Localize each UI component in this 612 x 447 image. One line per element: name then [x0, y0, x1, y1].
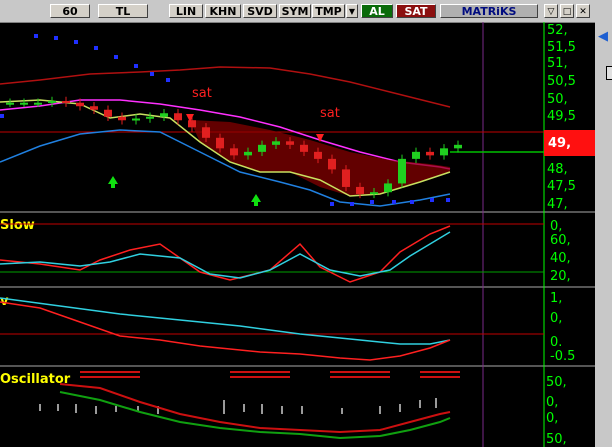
candle	[146, 116, 154, 119]
candle	[342, 169, 350, 187]
candle	[258, 144, 266, 152]
candle	[300, 144, 308, 152]
sym-button[interactable]: SYM	[279, 4, 311, 18]
khn-button[interactable]: KHN	[205, 4, 241, 18]
candle	[440, 148, 448, 156]
sell-signal-label: sat	[320, 106, 340, 121]
restore-icon[interactable]: ▽	[544, 4, 558, 18]
sell-signal-label: sat	[192, 86, 212, 101]
candle	[384, 183, 392, 193]
brand-logo: MATRiKS	[440, 4, 538, 18]
macd-axis: 1, 0, 0. -0.5	[550, 291, 575, 364]
candle	[356, 186, 364, 194]
oscillator-axis: 50, 0, 0, 50,	[546, 375, 567, 447]
candle	[286, 141, 294, 145]
macd-panel: v 1, 0, 0. -0.5	[0, 291, 575, 364]
candle	[412, 151, 420, 159]
candle	[174, 113, 182, 121]
candle	[202, 127, 210, 138]
sell-button[interactable]: SAT	[396, 4, 436, 18]
buy-button[interactable]: AL	[361, 4, 393, 18]
svg-text:1,: 1,	[550, 291, 562, 306]
linear-button[interactable]: LIN	[169, 4, 203, 18]
candle	[230, 148, 238, 156]
candle	[216, 137, 224, 149]
side-arrow-icon[interactable]: ◀	[598, 29, 612, 45]
candle	[272, 141, 280, 145]
side-panel	[595, 22, 612, 447]
svg-text:47,5: 47,5	[547, 179, 576, 194]
toolbar: 60 TL LIN KHN SVD SYM TMP ▼ AL SAT MATRi…	[0, 0, 612, 23]
candle	[34, 102, 42, 105]
svd-button[interactable]: SVD	[243, 4, 277, 18]
svg-text:60,: 60,	[550, 233, 571, 248]
settings-icon[interactable]: □	[560, 4, 574, 18]
candle	[328, 158, 336, 170]
candle	[132, 118, 140, 121]
candle	[244, 151, 252, 156]
side-tab[interactable]	[606, 66, 612, 80]
slow-panel-title: Slow	[0, 218, 35, 233]
candle	[90, 106, 98, 110]
candle	[160, 113, 168, 117]
svg-text:0.: 0.	[550, 335, 562, 350]
svg-text:52,: 52,	[547, 23, 568, 38]
dropdown-arrow-icon[interactable]: ▼	[346, 4, 358, 18]
svg-text:48,: 48,	[547, 162, 568, 177]
candle	[454, 144, 462, 149]
buy-arrow-icon	[251, 194, 261, 202]
slow-stochastic-panel: Slow 0, 60, 40, 20,	[0, 218, 571, 284]
candle	[398, 158, 406, 184]
candle	[426, 151, 434, 156]
svg-text:49,5: 49,5	[547, 109, 576, 124]
svg-text:50,: 50,	[547, 92, 568, 107]
svg-text:50,5: 50,5	[547, 74, 576, 89]
chart-window: 60 TL LIN KHN SVD SYM TMP ▼ AL SAT MATRi…	[0, 0, 612, 447]
svg-text:0,: 0,	[546, 411, 558, 426]
candle	[104, 109, 112, 117]
svg-text:40,: 40,	[550, 251, 571, 266]
candle	[118, 116, 126, 121]
tmp-button[interactable]: TMP	[312, 4, 345, 18]
period-button[interactable]: 60	[50, 4, 90, 18]
price-axis: 52, 51,5 51, 50,5 50, 49,5 48, 47,5 47,	[547, 23, 576, 212]
svg-text:51,5: 51,5	[547, 40, 576, 55]
svg-text:47,: 47,	[547, 197, 568, 212]
buy-arrow-icon	[108, 176, 118, 184]
chart-area: sat sat 52, 51,5 51, 50,5 50, 49,5 48, 4…	[0, 22, 595, 447]
svg-text:0,: 0,	[550, 311, 562, 326]
current-price-label: 49,	[548, 136, 571, 151]
svg-text:50,: 50,	[546, 432, 567, 447]
currency-button[interactable]: TL	[98, 4, 148, 18]
svg-text:20,: 20,	[550, 269, 571, 284]
svg-text:0,: 0,	[550, 219, 562, 234]
candle	[314, 151, 322, 159]
price-panel: sat sat 52, 51,5 51, 50,5 50, 49,5 48, 4…	[0, 23, 595, 212]
close-icon[interactable]: ✕	[576, 4, 590, 18]
svg-text:0,: 0,	[546, 395, 558, 410]
svg-text:51,: 51,	[547, 56, 568, 71]
oscillator-panel: Oscillator 50, 0, 0, 50,	[0, 371, 567, 447]
candle	[6, 102, 14, 105]
candle	[370, 192, 378, 195]
candle	[188, 120, 196, 128]
candle	[62, 100, 70, 103]
candle	[20, 102, 28, 105]
slow-axis: 0, 60, 40, 20,	[550, 219, 571, 284]
svg-text:50,: 50,	[546, 375, 567, 390]
svg-text:-0.5: -0.5	[550, 349, 575, 364]
candle	[48, 100, 56, 103]
candle	[76, 102, 84, 107]
